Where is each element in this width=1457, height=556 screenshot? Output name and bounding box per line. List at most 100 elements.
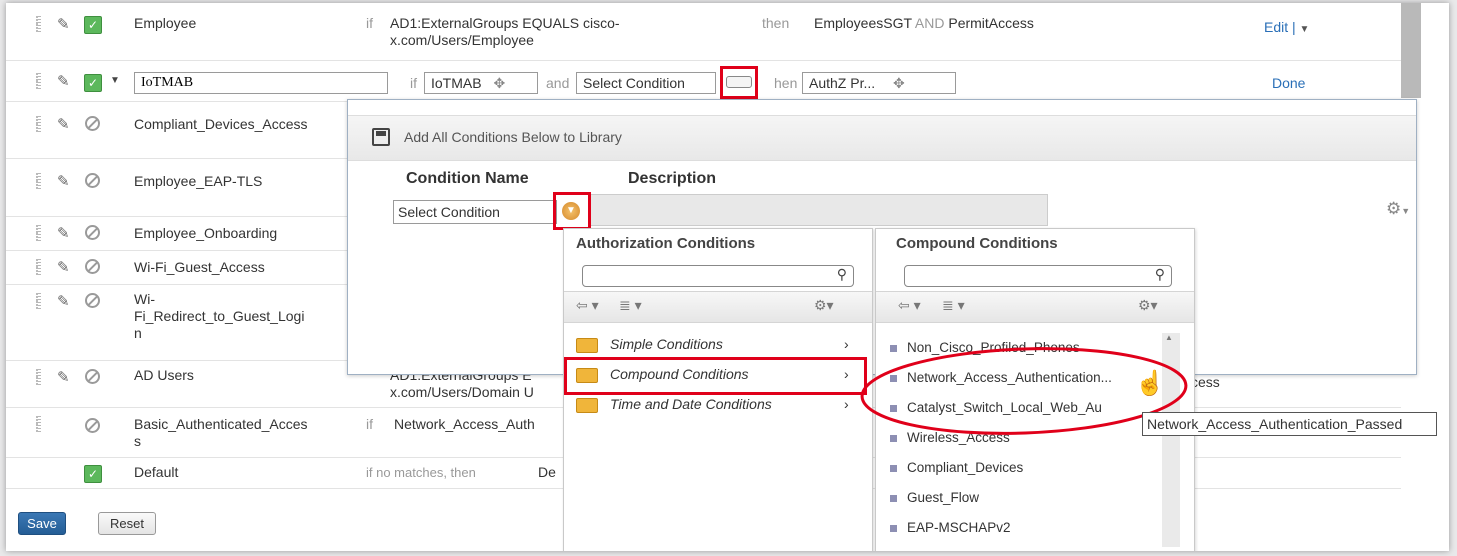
rule-name: Wi- Fi_Redirect_to_Guest_Logi n [134,291,305,341]
then-label: hen [774,75,798,91]
rule-name: Wi-Fi_Guest_Access [134,259,265,275]
gear-icon[interactable]: ⚙▾ [814,297,834,314]
back-arrow-icon[interactable]: ⇦ ▾ [576,297,599,314]
highlight-remove-condition [720,66,758,99]
rule-result: EmployeesSGT AND PermitAccess [814,15,1034,31]
default-result: De [538,464,556,480]
edit-link[interactable]: Edit | ▼ [1264,19,1309,38]
drag-handle-icon[interactable] [36,173,41,189]
popup-toolbar: Add All Conditions Below to Library [348,115,1416,161]
rule-condition: Network_Access_Auth [394,416,535,432]
done-link[interactable]: Done [1272,75,1305,92]
compound-conditions-title: Compound Conditions [896,235,1058,252]
edit-pencil-icon[interactable]: ✎ [57,115,70,133]
if-label: if [410,75,417,91]
highlight-compound-conditions [564,357,867,395]
drag-handle-icon[interactable] [36,116,41,132]
reset-button[interactable]: Reset [98,512,156,535]
edit-pencil-icon[interactable]: ✎ [57,224,70,242]
add-condition-icon[interactable]: ✥ [493,75,505,91]
authz-profile-field[interactable]: AuthZ Pr... ✥ [802,72,956,94]
add-to-library-link[interactable]: Add All Conditions Below to Library [404,129,622,145]
authorization-policy-editor: ✎ ✓ Employee if AD1:ExternalGroups EQUAL… [6,3,1449,551]
drag-handle-icon[interactable] [36,293,41,309]
rule-name: AD Users [134,367,194,383]
then-label: then [762,15,790,31]
rule-name: Employee [134,15,197,31]
default-if-label: if no matches, then [366,465,476,480]
disabled-status-icon[interactable] [85,116,100,131]
drag-handle-icon[interactable] [36,369,41,385]
save-disk-icon[interactable] [372,128,390,146]
rule-name: Employee_EAP-TLS [134,173,263,189]
disabled-status-icon[interactable] [85,369,100,384]
authorization-conditions-title: Authorization Conditions [576,235,756,252]
enabled-check-icon[interactable]: ✓ [84,74,102,92]
gear-icon[interactable]: ⚙▾ [1138,297,1158,314]
edit-pencil-icon[interactable]: ✎ [57,368,70,386]
bullet-icon [890,464,897,472]
search-icon[interactable]: ⚲ [1155,266,1165,283]
save-button[interactable]: Save [18,512,66,535]
rule-condition: AD1:ExternalGroups EQUALS cisco-x.com/Us… [390,15,620,48]
status-dropdown-icon[interactable]: ▼ [110,75,120,86]
condition-iotmab-field[interactable]: IoTMAB ✥ [424,72,538,94]
edit-pencil-icon[interactable]: ✎ [57,72,70,90]
rule-name: Default [134,464,179,480]
description-header: Description [628,170,717,187]
auth-item-simple-conditions[interactable]: Simple Conditions › [564,330,872,358]
auth-panel-toolbar: ⇦ ▾ ≣ ▾ ⚙▾ [564,291,872,323]
disabled-status-icon[interactable] [85,173,100,188]
compound-panel-toolbar: ⇦ ▾ ≣ ▾ ⚙▾ [876,291,1194,323]
select-condition-field[interactable]: Select Condition [576,72,716,94]
bullet-icon [890,494,897,502]
chevron-right-icon: › [844,336,849,352]
disabled-status-icon[interactable] [85,225,100,240]
edit-pencil-icon[interactable]: ✎ [57,258,70,276]
popup-select-condition-field[interactable]: Select Condition [393,200,557,224]
compound-item[interactable]: Compliant_Devices [876,453,1023,483]
highlight-condition-picker [553,192,591,230]
compound-search-input[interactable]: ⚲ [904,265,1172,287]
search-icon[interactable]: ⚲ [837,266,847,283]
drag-handle-icon[interactable] [36,416,41,432]
disabled-status-icon[interactable] [85,293,100,308]
drag-handle-icon[interactable] [36,73,41,89]
drag-handle-icon[interactable] [36,16,41,32]
edit-pencil-icon[interactable]: ✎ [57,292,70,310]
dropdown-arrow-icon[interactable]: ▼ [1300,24,1310,35]
description-field[interactable] [588,194,1048,226]
hand-cursor-icon: ☝ [1135,370,1165,397]
drag-handle-icon[interactable] [36,225,41,241]
compound-item[interactable]: Guest_Flow [876,483,979,513]
enabled-check-icon[interactable]: ✓ [84,16,102,34]
edit-pencil-icon[interactable]: ✎ [57,172,70,190]
rule-name: Basic_Authenticated_Acces s [134,416,308,449]
drag-handle-icon[interactable] [36,259,41,275]
add-result-icon[interactable]: ✥ [893,75,905,91]
rule-name: Compliant_Devices_Access [134,116,308,132]
if-label: if [366,416,373,432]
gear-icon[interactable]: ⚙▼ [1386,199,1410,219]
enabled-check-icon[interactable]: ✓ [84,465,102,483]
disabled-status-icon[interactable] [85,418,100,433]
compound-item[interactable]: EAP-MSCHAPv2 [876,513,1011,543]
list-view-icon[interactable]: ≣ ▾ [619,297,642,314]
condition-name-header: Condition Name [406,170,529,187]
list-view-icon[interactable]: ≣ ▾ [942,297,965,314]
rule-name: Employee_Onboarding [134,225,278,241]
folder-icon [576,338,598,353]
vertical-scrollbar[interactable] [1401,3,1421,98]
bullet-icon [890,524,897,532]
rule-row-employee[interactable]: ✎ ✓ Employee if AD1:ExternalGroups EQUAL… [6,3,1401,61]
folder-icon [576,398,598,413]
rule-row-iotmab[interactable]: ✎ ✓ ▼ if IoTMAB ✥ and Select Condition h… [6,61,1401,102]
back-arrow-icon[interactable]: ⇦ ▾ [898,297,921,314]
and-label: and [546,75,570,91]
rule-name-input[interactable] [134,72,388,94]
authorization-conditions-panel: Authorization Conditions ⚲ ⇦ ▾ ≣ ▾ ⚙▾ Si… [563,228,873,551]
auth-search-input[interactable]: ⚲ [582,265,854,287]
edit-pencil-icon[interactable]: ✎ [57,15,70,33]
disabled-status-icon[interactable] [85,259,100,274]
if-label: if [366,15,373,31]
